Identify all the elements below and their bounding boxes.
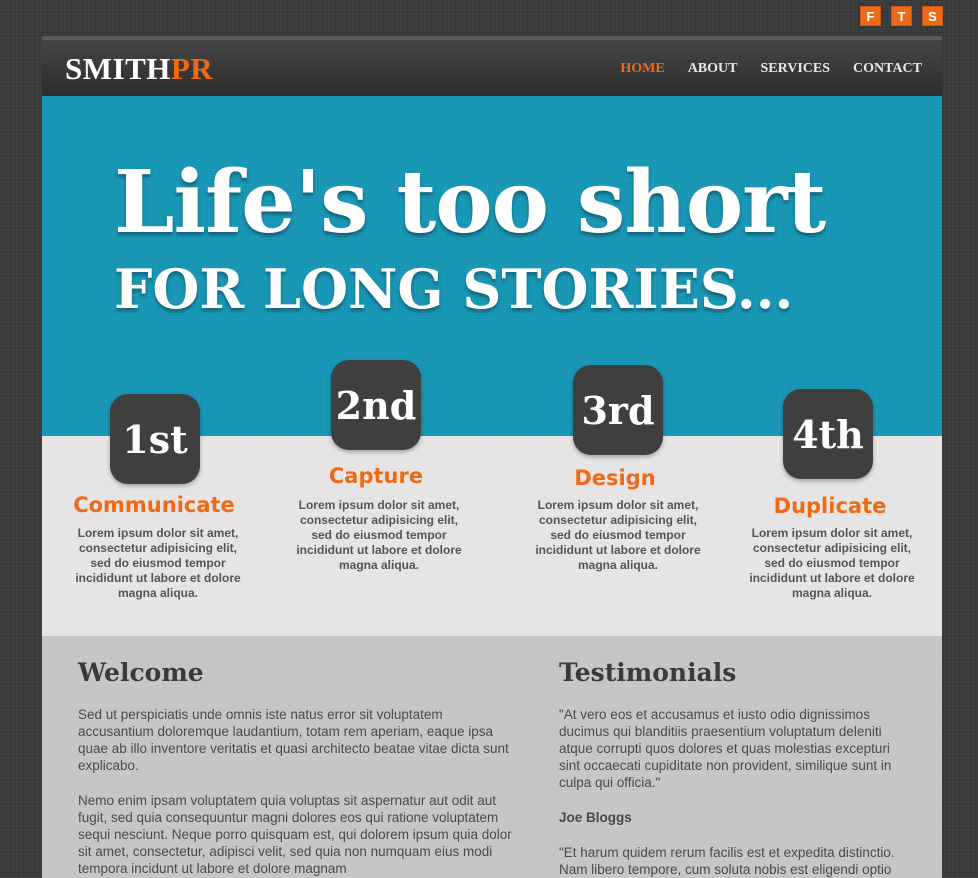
step-badge-1: 1st [110, 394, 200, 484]
process-steps: 1st Communicate Lorem ipsum dolor sit am… [42, 360, 942, 636]
nav-about[interactable]: ABOUT [688, 61, 738, 77]
nav-home[interactable]: HOME [620, 61, 664, 77]
hero-subheadline: FOR LONG STORIES... [114, 257, 794, 321]
logo-text-primary: SMITH [65, 51, 171, 86]
step-badge-2: 2nd [331, 360, 421, 450]
welcome-heading: Welcome [78, 658, 204, 687]
facebook-icon[interactable]: F [860, 6, 881, 26]
social-links: F T S [860, 6, 943, 26]
step-title-1: Communicate [73, 493, 235, 517]
step-title-2: Capture [328, 464, 424, 488]
step-text-2: Lorem ipsum dolor sit amet, consectetur … [296, 498, 462, 572]
content-section: Welcome Sed ut perspiciatis unde omnis i… [42, 636, 942, 878]
testimonial-author-1: Joe Bloggs [559, 810, 632, 825]
site-header: SMITHPR HOME ABOUT SERVICES CONTACT [42, 36, 942, 96]
page-container: SMITHPR HOME ABOUT SERVICES CONTACT Life… [42, 36, 942, 878]
step-title-3: Design [574, 466, 656, 490]
testimonial-quote-1: "At vero eos et accusamus et iusto odio … [559, 707, 892, 790]
step-text-1: Lorem ipsum dolor sit amet, consectetur … [75, 526, 241, 600]
step-badge-4: 4th [783, 389, 873, 479]
main-nav: HOME ABOUT SERVICES CONTACT [620, 61, 922, 77]
skype-icon[interactable]: S [922, 6, 943, 26]
nav-contact[interactable]: CONTACT [853, 61, 922, 77]
logo-text-accent: PR [170, 51, 214, 86]
step-title-4: Duplicate [773, 494, 887, 518]
step-text-3: Lorem ipsum dolor sit amet, consectetur … [535, 498, 701, 572]
welcome-paragraph-2: Nemo enim ipsam voluptatem quia voluptas… [78, 793, 512, 876]
testimonial-quote-2: "Et harum quidem rerum facilis est et ex… [559, 845, 895, 877]
step-badge-3: 3rd [573, 365, 663, 455]
welcome-paragraph-1: Sed ut perspiciatis unde omnis iste natu… [78, 707, 509, 773]
site-logo[interactable]: SMITHPR [65, 51, 213, 87]
testimonials-heading: Testimonials [559, 658, 737, 687]
twitter-icon[interactable]: T [891, 6, 912, 26]
nav-services[interactable]: SERVICES [760, 61, 830, 77]
step-text-4: Lorem ipsum dolor sit amet, consectetur … [749, 526, 915, 600]
hero-headline: Life's too short [114, 152, 826, 253]
hero-banner: Life's too short FOR LONG STORIES... [42, 96, 942, 498]
